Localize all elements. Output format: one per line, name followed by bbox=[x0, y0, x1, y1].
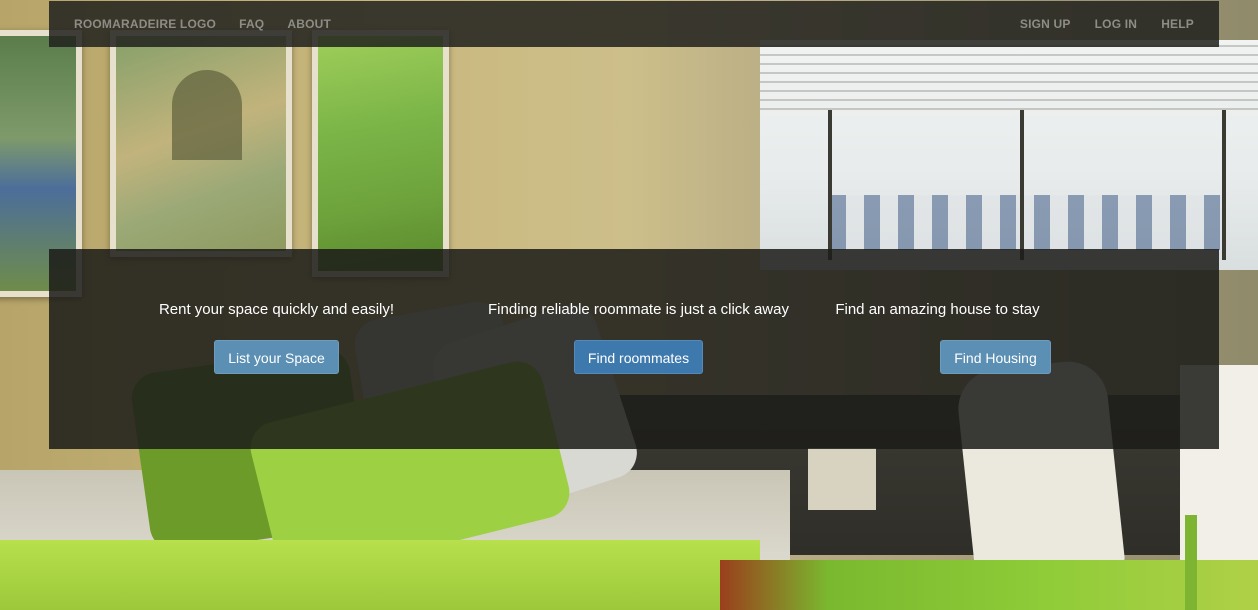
find-roommates-button[interactable]: Find roommates bbox=[573, 340, 704, 374]
bg-rug bbox=[720, 560, 1258, 610]
bg-poster bbox=[312, 30, 449, 277]
hero-tagline: Finding reliable roommate is just a clic… bbox=[488, 301, 789, 318]
hero-column-list-space: Rent your space quickly and easily! List… bbox=[149, 301, 404, 374]
hero-column-find-housing: Find an amazing house to stay Find Housi… bbox=[825, 301, 1051, 374]
hero-tagline: Find an amazing house to stay bbox=[835, 301, 1040, 318]
bg-window-blinds bbox=[760, 40, 1258, 110]
bg-window-frame bbox=[828, 110, 832, 260]
bg-storage-box bbox=[808, 448, 876, 510]
nav-login-link[interactable]: LOG IN bbox=[1095, 17, 1138, 31]
hero-tagline: Rent your space quickly and easily! bbox=[158, 301, 395, 318]
nav-about-link[interactable]: ABOUT bbox=[287, 17, 331, 31]
nav-left-group: ROOMARADEIRE LOGO FAQ ABOUT bbox=[49, 1, 354, 47]
bg-buildings bbox=[830, 195, 1225, 250]
find-housing-button[interactable]: Find Housing bbox=[940, 340, 1051, 374]
bg-window-frame bbox=[1020, 110, 1024, 260]
bg-window-frame bbox=[1222, 110, 1226, 260]
bg-poster-arch bbox=[172, 70, 242, 160]
nav-right-group: SIGN UP LOG IN HELP bbox=[996, 1, 1219, 47]
nav-signup-link[interactable]: SIGN UP bbox=[1020, 17, 1071, 31]
bg-bed-cover bbox=[0, 540, 760, 610]
top-navbar: ROOMARADEIRE LOGO FAQ ABOUT SIGN UP LOG … bbox=[49, 1, 1219, 47]
nav-logo-link[interactable]: ROOMARADEIRE LOGO bbox=[74, 17, 216, 31]
nav-faq-link[interactable]: FAQ bbox=[239, 17, 264, 31]
hero-column-find-roommates: Finding reliable roommate is just a clic… bbox=[461, 301, 816, 374]
hero-panel: Rent your space quickly and easily! List… bbox=[49, 249, 1219, 449]
bg-desk-leg bbox=[1185, 515, 1197, 610]
list-your-space-button[interactable]: List your Space bbox=[214, 340, 339, 374]
nav-help-link[interactable]: HELP bbox=[1161, 17, 1194, 31]
